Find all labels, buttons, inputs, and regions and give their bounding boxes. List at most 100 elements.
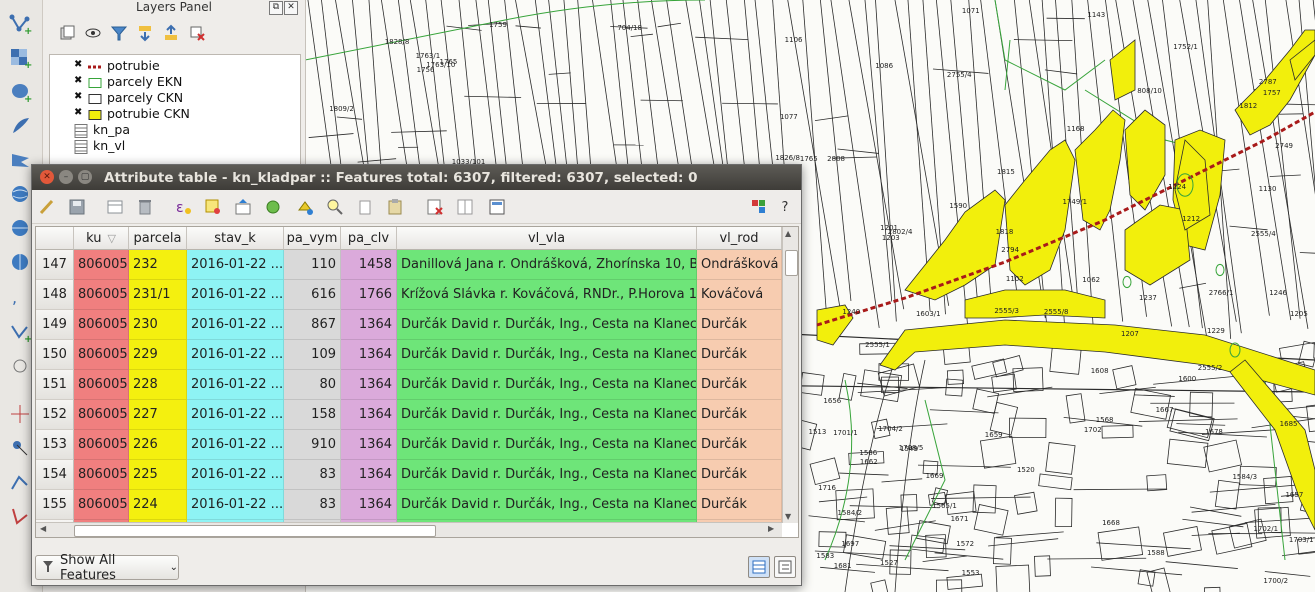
table-cell-ku[interactable]: 806005	[74, 400, 129, 430]
column-header-stav-k[interactable]: stav_k	[187, 227, 284, 250]
visibility-eye-icon[interactable]	[83, 23, 103, 43]
table-cell-vl-vla[interactable]: Durčák David r. Durčák, Ing., Cesta na K…	[397, 370, 697, 400]
new-column-icon[interactable]	[454, 196, 476, 218]
table-cell-parcela[interactable]: 229	[129, 340, 187, 370]
row-header[interactable]: 147	[36, 250, 74, 280]
column-header-vl-vla[interactable]: vl_vla	[397, 227, 697, 250]
attribute-table-grid[interactable]: ku ▽ parcela stav_k pa_vym pa_clv vl_vla…	[35, 226, 799, 538]
table-cell-stav-k[interactable]: 2016-01-22 ...	[187, 280, 284, 310]
add-raster-layer-icon[interactable]: +	[6, 44, 36, 72]
add-group-icon[interactable]	[57, 23, 77, 43]
corner-header[interactable]	[36, 227, 74, 250]
window-titlebar[interactable]: ✕ – ▢ Attribute table - kn_kladpar :: Fe…	[32, 165, 801, 190]
column-header-parcela[interactable]: parcela	[129, 227, 187, 250]
table-cell-pa-vym[interactable]: 616	[284, 280, 341, 310]
add-spatialite-layer-icon[interactable]	[6, 112, 36, 140]
table-cell-pa-clv[interactable]: 1766	[341, 280, 397, 310]
table-cell-stav-k[interactable]: 2016-01-22 ...	[187, 310, 284, 340]
table-cell-stav-k[interactable]: 2016-01-22 ...	[187, 460, 284, 490]
table-cell-vl-rod[interactable]: Durčák	[697, 340, 782, 370]
row-header[interactable]: 153	[36, 430, 74, 460]
table-cell-pa-clv[interactable]: 1364	[341, 340, 397, 370]
layer-item-kn-pa[interactable]: kn_pa	[50, 121, 130, 138]
table-cell-pa-clv[interactable]: 1364	[341, 400, 397, 430]
row-header[interactable]: 148	[36, 280, 74, 310]
column-header-vl-rod[interactable]: vl_rod	[697, 227, 782, 250]
table-cell-parcela[interactable]: 227	[129, 400, 187, 430]
table-cell-stav-k[interactable]: 2016-01-22 ...	[187, 400, 284, 430]
table-cell-pa-vym[interactable]: 158	[284, 400, 341, 430]
form-view-icon[interactable]	[774, 556, 796, 578]
table-cell-ku[interactable]: 806005	[74, 460, 129, 490]
add-vector-layer-icon[interactable]: +	[6, 10, 36, 38]
layer-item-kn-vl[interactable]: kn_vl	[50, 137, 125, 154]
table-cell-vl-rod[interactable]: Durčák	[697, 460, 782, 490]
add-feature-icon[interactable]	[104, 196, 126, 218]
layer-item-parcely-ekn[interactable]: ✖ parcely EKN	[50, 73, 182, 89]
save-edits-icon[interactable]	[66, 196, 88, 218]
expression-select-icon[interactable]: ε	[172, 196, 194, 218]
close-window-icon[interactable]: ✕	[40, 170, 54, 184]
table-cell-vl-rod[interactable]: Kováčová	[697, 280, 782, 310]
layer-visibility-checkbox[interactable]: ✖	[74, 108, 84, 118]
table-cell-ku[interactable]: 806005	[74, 430, 129, 460]
table-cell-vl-vla[interactable]: Danillová Jana r. Ondrášková, Zhorínska …	[397, 250, 697, 280]
float-panel-icon[interactable]: ⧉	[269, 1, 283, 15]
table-cell-stav-k[interactable]: 2016-01-22 ...	[187, 430, 284, 460]
row-header[interactable]: 155	[36, 490, 74, 520]
table-cell-parcela[interactable]: 226	[129, 430, 187, 460]
table-cell-vl-vla[interactable]: Durčák David r. Durčák, Ing., Cesta na K…	[397, 490, 697, 520]
table-cell-pa-vym[interactable]: 910	[284, 430, 341, 460]
add-postgis-layer-icon[interactable]: +	[6, 78, 36, 106]
deselect-all-icon[interactable]	[294, 196, 316, 218]
vertical-scrollbar[interactable]: ▲ ▼	[782, 227, 798, 523]
horizontal-scroll-thumb[interactable]	[74, 525, 436, 537]
layer-item-parcely-ckn[interactable]: ✖ parcely CKN	[50, 89, 183, 105]
row-header[interactable]: 154	[36, 460, 74, 490]
layer-tree[interactable]: ✖ potrubie ✖ parcely EKN ✖ parcely CKN ✖…	[49, 54, 301, 166]
table-cell-vl-rod[interactable]: Durčák	[697, 400, 782, 430]
layer-item-potrubie[interactable]: ✖ potrubie	[50, 57, 160, 73]
show-all-features-button[interactable]: Show All Features ⌄	[35, 553, 179, 583]
expand-all-icon[interactable]	[135, 23, 155, 43]
row-header[interactable]: 151	[36, 370, 74, 400]
table-cell-ku[interactable]: 806005	[74, 310, 129, 340]
remove-layer-icon[interactable]	[187, 23, 207, 43]
table-cell-pa-vym[interactable]: 867	[284, 310, 341, 340]
table-cell-vl-vla[interactable]: Durčák David r. Durčák, Ing., Cesta na K…	[397, 430, 697, 460]
table-cell-vl-rod[interactable]: Durčák	[697, 370, 782, 400]
table-cell-pa-clv[interactable]: 1458	[341, 250, 397, 280]
copy-selected-icon[interactable]	[354, 196, 376, 218]
close-panel-icon[interactable]: ✕	[284, 1, 298, 15]
table-cell-vl-vla[interactable]: Durčák David r. Durčák, Ing., Cesta na K…	[397, 310, 697, 340]
minimize-window-icon[interactable]: –	[59, 170, 73, 184]
toggle-editing-icon[interactable]	[36, 196, 58, 218]
collapse-all-icon[interactable]	[161, 23, 181, 43]
move-selection-top-icon[interactable]	[232, 196, 254, 218]
table-cell-pa-clv[interactable]: 1364	[341, 490, 397, 520]
column-header-ku[interactable]: ku ▽	[74, 227, 129, 250]
table-cell-parcela[interactable]: 230	[129, 310, 187, 340]
delete-column-icon[interactable]	[424, 196, 446, 218]
field-calculator-icon[interactable]	[486, 196, 508, 218]
table-cell-parcela[interactable]: 232	[129, 250, 187, 280]
table-cell-ku[interactable]: 806005	[74, 280, 129, 310]
layer-visibility-checkbox[interactable]: ✖	[74, 92, 84, 102]
layer-visibility-checkbox[interactable]: ✖	[74, 76, 84, 86]
horizontal-scrollbar[interactable]: ◀ ▶	[36, 522, 782, 537]
table-view-icon[interactable]	[748, 556, 770, 578]
row-header[interactable]: 152	[36, 400, 74, 430]
table-cell-pa-clv[interactable]: 1364	[341, 430, 397, 460]
table-cell-pa-clv[interactable]: 1364	[341, 310, 397, 340]
table-cell-ku[interactable]: 806005	[74, 490, 129, 520]
table-cell-vl-rod[interactable]: Durčák	[697, 490, 782, 520]
table-cell-stav-k[interactable]: 2016-01-22 ...	[187, 370, 284, 400]
vertical-scroll-thumb[interactable]	[785, 250, 798, 276]
column-header-pa-vym[interactable]: pa_vym	[284, 227, 341, 250]
row-header[interactable]: 149	[36, 310, 74, 340]
scroll-right-icon[interactable]: ▶	[768, 524, 774, 533]
table-cell-pa-vym[interactable]: 110	[284, 250, 341, 280]
table-cell-ku[interactable]: 806005	[74, 370, 129, 400]
table-cell-stav-k[interactable]: 2016-01-22 ...	[187, 250, 284, 280]
filter-icon[interactable]	[109, 23, 129, 43]
